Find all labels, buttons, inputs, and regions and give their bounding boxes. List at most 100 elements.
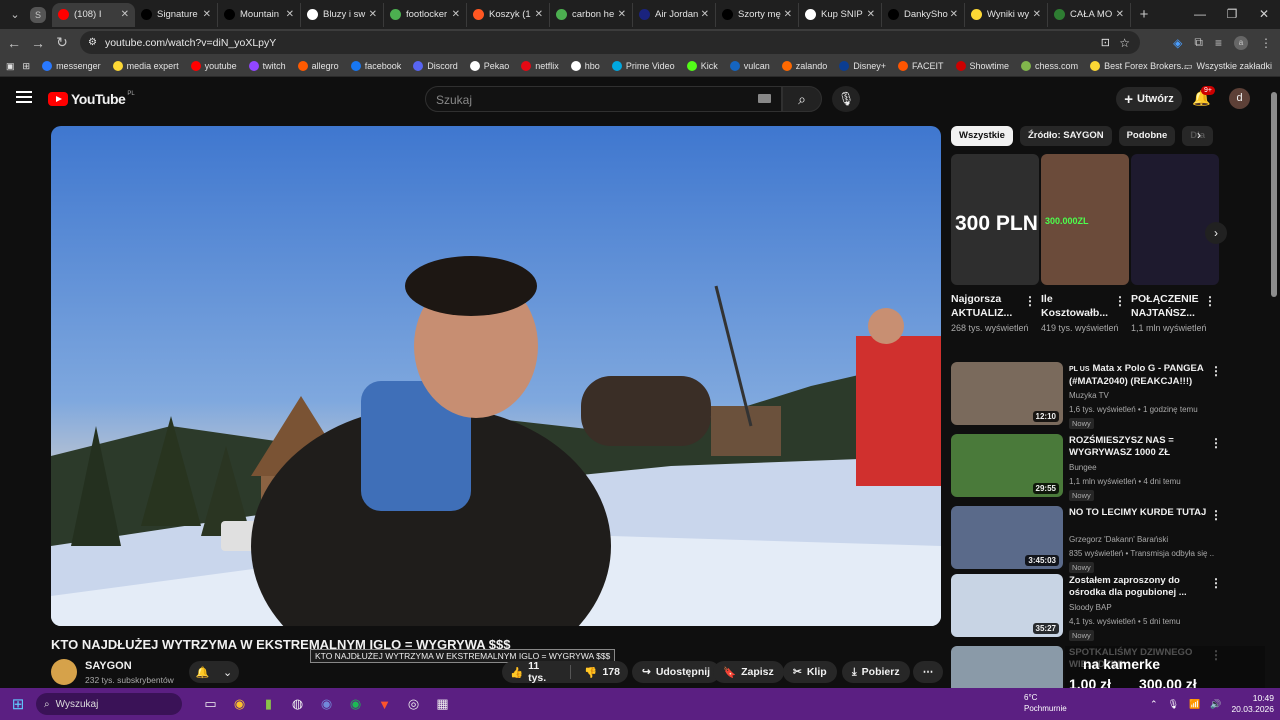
bookmark-item[interactable]: Disney+ <box>839 61 886 71</box>
youtube-logo[interactable]: YouTube PL <box>48 91 135 107</box>
short-title[interactable]: Najgorsza AKTUALIZ... <box>951 292 1023 320</box>
tab-close-icon[interactable]: ✕ <box>867 9 875 20</box>
share-button[interactable]: ↪ Udostępnij <box>632 661 721 683</box>
browser-tab[interactable]: Wyniki wy ✕ <box>965 2 1048 27</box>
rec-menu-icon[interactable]: ⋮ <box>1210 364 1222 378</box>
install-icon[interactable]: ⊡ <box>1101 36 1110 49</box>
browser-tab[interactable]: Koszyk (1 ✕ <box>467 2 550 27</box>
close-window-icon[interactable]: ✕ <box>1248 0 1280 29</box>
minimize-icon[interactable]: — <box>1184 0 1216 29</box>
short-menu-icon[interactable]: ⋮ <box>1204 294 1216 308</box>
video-thumbnail[interactable]: 35:27 <box>951 574 1063 637</box>
save-button[interactable]: 🔖 Zapisz <box>713 661 784 683</box>
browser-tab[interactable]: footlocker ✕ <box>384 2 467 27</box>
rec-menu-icon[interactable]: ⋮ <box>1210 508 1222 522</box>
forward-icon[interactable]: → <box>26 35 50 51</box>
side-panel-icon[interactable]: ▣ <box>6 61 15 72</box>
tab-search-chevron-icon[interactable]: ⌄ <box>4 4 26 26</box>
video-player[interactable] <box>51 126 941 626</box>
filter-chip[interactable]: Źródło: SAYGON <box>1019 126 1112 146</box>
video-thumbnail[interactable]: 29:55 <box>951 434 1063 497</box>
bookmark-item[interactable]: hbo <box>570 61 600 71</box>
video-title-link[interactable]: PL US Mata x Polo G - PANGEA (#MATA2040) … <box>1069 363 1209 388</box>
short-thumbnail[interactable]: 300.000ZL <box>1041 154 1129 285</box>
browser-tab[interactable]: carbon he ✕ <box>550 2 633 27</box>
rec-channel[interactable]: Bungee <box>1069 463 1097 472</box>
page-scrollbar[interactable] <box>1271 92 1277 297</box>
recommended-video[interactable]: 12:10 PL US Mata x Polo G - PANGEA (#MATA… <box>951 362 1241 429</box>
bookmark-item[interactable]: media expert <box>112 61 179 71</box>
site-info-icon[interactable]: ⚙ <box>88 37 97 48</box>
taskbar-search[interactable]: ⌕ Wyszukaj <box>36 693 182 715</box>
video-title-link[interactable]: Zostałem zaproszony do ośrodka dla pogub… <box>1069 575 1209 599</box>
tab-close-icon[interactable]: ✕ <box>618 9 626 20</box>
clip-button[interactable]: ✂ Klip <box>783 661 837 683</box>
short-title[interactable]: POŁĄCZENIE NAJTAŃSZ... <box>1131 292 1203 320</box>
bookmark-item[interactable]: chess.com <box>1021 61 1078 71</box>
tab-close-icon[interactable]: ✕ <box>1116 9 1124 20</box>
rec-menu-icon[interactable]: ⋮ <box>1210 436 1222 450</box>
spotify-icon[interactable]: ◉ <box>341 696 370 712</box>
download-button[interactable]: ⤓ Pobierz <box>842 661 910 683</box>
short-title[interactable]: Ile Kosztowałb... <box>1041 292 1113 320</box>
voice-search-button[interactable]: 🎙 <box>832 86 860 112</box>
wifi-icon[interactable]: 📶 <box>1189 699 1200 710</box>
menu-dots-icon[interactable]: ⋮ <box>1260 36 1272 50</box>
shelf-next-icon[interactable]: › <box>1205 222 1227 244</box>
rec-channel[interactable]: Muzyka TV <box>1069 391 1109 400</box>
browser-tab[interactable]: Szorty mę ✕ <box>716 2 799 27</box>
windows-start-icon[interactable]: ⊞ <box>0 695 36 713</box>
video-title-link[interactable]: NO TO LECIMY KURDE TUTAJ <box>1069 507 1209 519</box>
chips-next-chevron-icon[interactable]: › <box>1197 128 1201 142</box>
browser-tab[interactable]: CAŁA MO ✕ <box>1048 2 1131 27</box>
apps-grid-icon[interactable]: ⊞ <box>23 61 31 72</box>
filter-chip[interactable]: Wszystkie <box>951 126 1013 146</box>
browser-tab[interactable]: Mountain ✕ <box>218 2 301 27</box>
channel-name[interactable]: SAYGON <box>85 660 132 672</box>
bookmark-item[interactable]: twitch <box>248 61 286 71</box>
account-avatar[interactable]: d <box>1229 88 1250 109</box>
more-actions-button[interactable]: ⋯ <box>913 661 943 683</box>
bookmark-item[interactable]: allegro <box>297 61 339 71</box>
recommended-video[interactable]: 29:55 ROZŚMIESZYSZ NAS = WYGRYWASZ 1000 … <box>951 434 1241 501</box>
back-icon[interactable]: ← <box>2 35 26 51</box>
chrome-icon[interactable]: ◉ <box>225 696 254 712</box>
browser-tab[interactable]: Air Jordan ✕ <box>633 2 716 27</box>
profile-s-icon[interactable]: S <box>30 6 46 23</box>
hamburger-menu-icon[interactable] <box>16 91 32 103</box>
bookmark-item[interactable]: Prime Video <box>611 61 675 71</box>
tab-close-icon[interactable]: ✕ <box>203 9 211 20</box>
rec-channel[interactable]: Grzegorz 'Dakann' Barański <box>1069 535 1168 544</box>
search-button[interactable]: ⌕ <box>782 86 822 112</box>
volume-icon[interactable]: 🔊 <box>1210 699 1221 710</box>
like-button[interactable]: 👍 11 tys. <box>502 660 565 684</box>
brave-icon[interactable]: ▼ <box>370 697 399 712</box>
tab-close-icon[interactable]: ✕ <box>452 9 460 20</box>
media-icon[interactable]: ≡ <box>1215 36 1222 50</box>
tab-close-icon[interactable]: ✕ <box>950 9 958 20</box>
maximize-icon[interactable]: ❐ <box>1216 0 1248 29</box>
discord-icon[interactable]: ◉ <box>312 696 341 712</box>
bookmark-item[interactable]: vulcan <box>729 61 770 71</box>
bookmark-item[interactable]: netflix <box>521 61 559 71</box>
bookmark-star-icon[interactable]: ☆ <box>1119 36 1130 50</box>
video-thumbnail[interactable]: 3:45:03 <box>951 506 1063 569</box>
filter-chip[interactable]: Podobne <box>1118 126 1176 146</box>
tab-close-icon[interactable]: ✕ <box>286 9 294 20</box>
reload-icon[interactable]: ↻ <box>50 34 74 51</box>
dislike-button[interactable]: 👎 178 <box>576 661 628 683</box>
steam-icon[interactable]: ◎ <box>399 696 428 712</box>
app-launcher-icon[interactable]: ▦ <box>428 696 457 712</box>
video-thumbnail[interactable]: 12:10 <box>951 362 1063 425</box>
files-icon[interactable]: ▮ <box>254 696 283 712</box>
task-view-icon[interactable]: ▭ <box>196 696 225 712</box>
tab-close-icon[interactable]: ✕ <box>535 9 543 20</box>
browser-tab[interactable]: Signature ✕ <box>135 2 218 27</box>
browser-tab[interactable]: DankySho ✕ <box>882 2 965 27</box>
short-menu-icon[interactable]: ⋮ <box>1114 294 1126 308</box>
create-button[interactable]: + Utwórz <box>1116 87 1182 111</box>
bookmark-item[interactable]: youtube <box>190 61 237 71</box>
channel-avatar[interactable] <box>51 659 77 685</box>
mic-tray-icon[interactable]: 🎙 <box>1168 699 1179 710</box>
bookmark-item[interactable]: Discord <box>413 61 458 71</box>
